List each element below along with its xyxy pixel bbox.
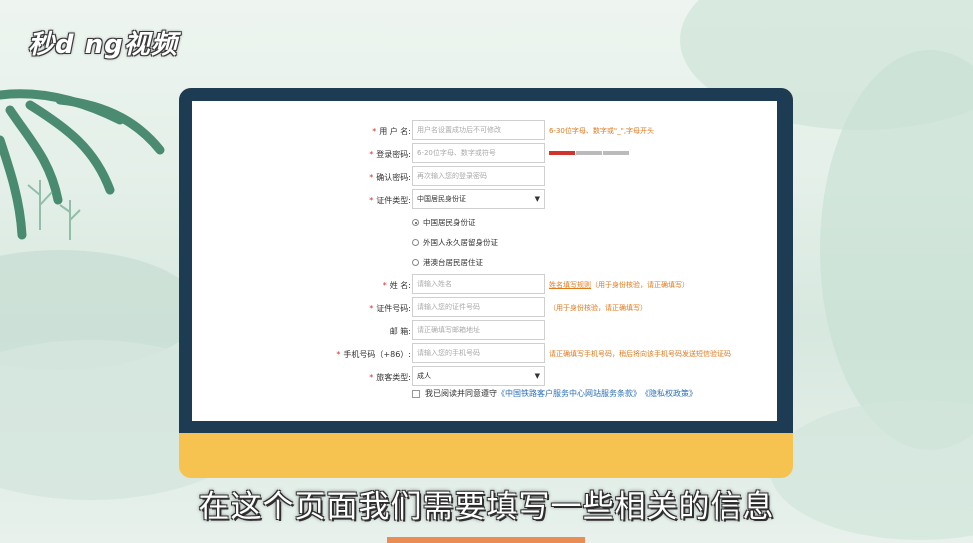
password-label: * 登录密码: <box>369 150 411 159</box>
chevron-down-icon: ▼ <box>534 195 540 203</box>
id-option-label: 外国人永久居留身份证 <box>423 238 498 247</box>
id-type-label: * 证件类型: <box>369 196 411 205</box>
id-option-radio[interactable]: 港澳台居民居住证 <box>412 257 483 268</box>
username-input[interactable] <box>412 120 545 140</box>
name-label: * 姓 名: <box>382 281 411 290</box>
id-option-radio[interactable]: 外国人永久居留身份证 <box>412 237 498 248</box>
name-rules-link[interactable]: 姓名填写规则 <box>549 281 591 289</box>
id-option-label: 港澳台居民居住证 <box>423 258 483 267</box>
agree-text: 我已阅读并同意遵守 <box>425 389 497 398</box>
id-option-radio[interactable]: 中国居民身份证 <box>412 217 476 228</box>
id-type-value: 中国居民身份证 <box>417 195 466 203</box>
registration-form: *用 户 名: 6-30位字母、数字或"_",字母开头 *登录密码: *确认密码… <box>192 101 777 421</box>
phone-label: * 手机号码（+86）: <box>336 350 411 359</box>
id-number-label: * 证件号码: <box>369 304 411 313</box>
name-hint-text: （用于身份核验，请正确填写） <box>591 281 689 289</box>
radio-selected-icon <box>412 219 419 226</box>
id-type-select[interactable]: 中国居民身份证 ▼ <box>412 189 545 209</box>
radio-icon <box>412 239 419 246</box>
confirm-password-input[interactable] <box>412 166 545 186</box>
chevron-down-icon: ▼ <box>534 372 540 380</box>
username-label: * 用 户 名: <box>372 127 411 136</box>
passenger-type-label: * 旅客类型: <box>369 373 411 382</box>
password-input[interactable] <box>412 143 545 163</box>
passenger-type-select[interactable]: 成人 ▼ <box>412 366 545 386</box>
id-number-input[interactable] <box>412 297 545 317</box>
strength-segment <box>549 151 575 155</box>
username-hint: 6-30位字母、数字或"_",字母开头 <box>549 127 655 135</box>
strength-segment <box>576 151 602 155</box>
id-option-label: 中国居民身份证 <box>423 218 476 227</box>
phone-input[interactable] <box>412 343 545 363</box>
email-label: 邮 箱: <box>389 327 411 336</box>
confirm-password-label: * 确认密码: <box>369 173 411 182</box>
brand-logo: 秒d ng视频 <box>28 30 178 60</box>
privacy-link[interactable]: 《隐私权政策》 <box>641 388 697 399</box>
strength-segment <box>603 151 629 155</box>
monitor-stand <box>387 537 585 543</box>
monitor-frame: *用 户 名: 6-30位字母、数字或"_",字母开头 *登录密码: *确认密码… <box>179 88 793 478</box>
video-subtitle: 在这个页面我们需要填写一些相关的信息 <box>198 489 775 525</box>
radio-icon <box>412 259 419 266</box>
id-number-hint: （用于身份核验，请正确填写） <box>549 304 647 312</box>
passenger-type-value: 成人 <box>417 372 431 380</box>
email-input[interactable] <box>412 320 545 340</box>
password-strength-meter <box>549 151 629 155</box>
monitor-bezel: *用 户 名: 6-30位字母、数字或"_",字母开头 *登录密码: *确认密码… <box>179 88 793 433</box>
terms-link[interactable]: 《中国铁路客户服务中心网站服务条款》 <box>497 388 641 399</box>
agree-checkbox[interactable] <box>412 389 420 398</box>
agreement-row: 我已阅读并同意遵守 《中国铁路客户服务中心网站服务条款》 《隐私权政策》 <box>412 388 697 399</box>
name-hint: 姓名填写规则（用于身份核验，请正确填写） <box>549 280 689 290</box>
phone-hint: 请正确填写手机号码，稍后将向该手机号码发送短信验证码 <box>549 350 731 358</box>
name-input[interactable] <box>412 274 545 294</box>
